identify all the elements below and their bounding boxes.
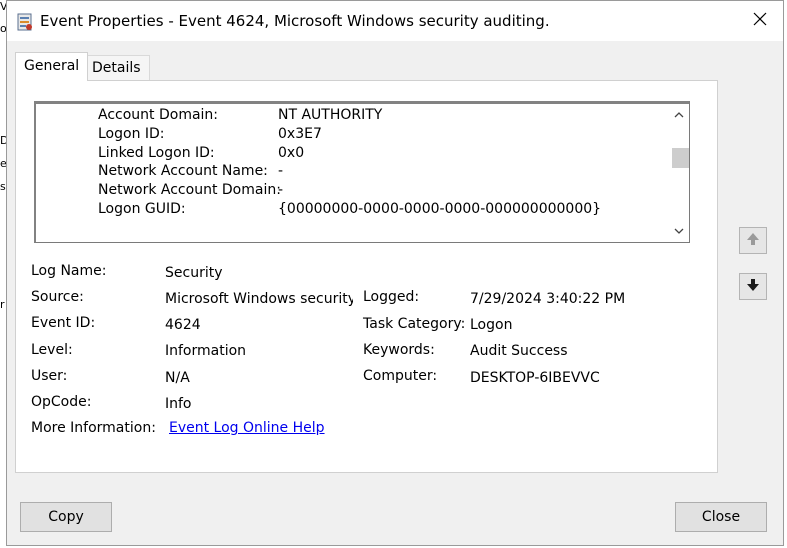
previous-event-button[interactable] xyxy=(739,227,767,254)
close-button[interactable]: Close xyxy=(675,502,767,532)
level-value: Information xyxy=(165,343,247,359)
chevron-up-icon xyxy=(674,110,684,121)
arrow-down-icon xyxy=(745,277,761,297)
event-viewer-app-icon xyxy=(17,13,33,31)
level-label: Level: xyxy=(31,342,73,358)
description-value: - xyxy=(278,182,284,198)
description-value: 0x0 xyxy=(278,145,305,161)
window-title: Event Properties - Event 4624, Microsoft… xyxy=(40,12,550,30)
opcode-value: Info xyxy=(165,396,192,412)
copy-button[interactable]: Copy xyxy=(20,502,112,532)
general-tab-panel: Account Domain: NT AUTHORITY Logon ID: 0… xyxy=(15,80,718,473)
description-label: Account Domain: xyxy=(98,107,219,123)
user-value: N/A xyxy=(165,370,190,386)
scroll-up-button[interactable] xyxy=(669,106,689,124)
scroll-down-button[interactable] xyxy=(669,222,689,240)
tab-general[interactable]: General xyxy=(15,52,89,81)
tab-details[interactable]: Details xyxy=(83,55,150,80)
description-value: {00000000-0000-0000-0000-000000000000} xyxy=(278,201,602,217)
logged-value: 7/29/2024 3:40:22 PM xyxy=(470,291,626,307)
title-bar[interactable]: Event Properties - Event 4624, Microsoft… xyxy=(7,1,783,41)
close-window-button[interactable] xyxy=(737,1,783,41)
next-event-button[interactable] xyxy=(739,273,767,300)
description-label: Network Account Domain: xyxy=(98,182,281,198)
description-label: Logon ID: xyxy=(98,126,165,142)
event-description-textbox[interactable]: Account Domain: NT AUTHORITY Logon ID: 0… xyxy=(34,101,690,243)
description-value: - xyxy=(278,163,284,179)
description-value: 0x3E7 xyxy=(278,126,322,142)
log-name-value: Security xyxy=(165,265,223,281)
logged-label: Logged: xyxy=(363,289,420,305)
log-name-label: Log Name: xyxy=(31,263,107,279)
arrow-up-icon xyxy=(745,231,761,251)
opcode-label: OpCode: xyxy=(31,394,92,410)
description-value: NT AUTHORITY xyxy=(278,107,383,123)
event-log-online-help-link[interactable]: Event Log Online Help xyxy=(169,420,325,436)
computer-value: DESKTOP-6IBEVVC xyxy=(470,370,600,386)
close-icon xyxy=(753,12,767,30)
scrollbar-thumb[interactable] xyxy=(672,148,689,168)
event-id-label: Event ID: xyxy=(31,315,96,331)
task-category-label: Task Category: xyxy=(363,316,466,332)
chevron-down-icon xyxy=(674,226,684,237)
event-id-value: 4624 xyxy=(165,317,201,333)
task-category-value: Logon xyxy=(470,317,513,333)
source-label: Source: xyxy=(31,289,84,305)
keywords-label: Keywords: xyxy=(363,342,435,358)
user-label: User: xyxy=(31,368,68,384)
description-label: Network Account Name: xyxy=(98,163,268,179)
description-label: Linked Logon ID: xyxy=(98,145,215,161)
keywords-value: Audit Success xyxy=(470,343,568,359)
source-value: Microsoft Windows security a xyxy=(165,291,353,307)
more-information-label: More Information: xyxy=(31,420,156,436)
event-properties-dialog: Event Properties - Event 4624, Microsoft… xyxy=(6,0,784,546)
computer-label: Computer: xyxy=(363,368,438,384)
description-scrollbar[interactable] xyxy=(669,104,689,242)
description-label: Logon GUID: xyxy=(98,201,186,217)
